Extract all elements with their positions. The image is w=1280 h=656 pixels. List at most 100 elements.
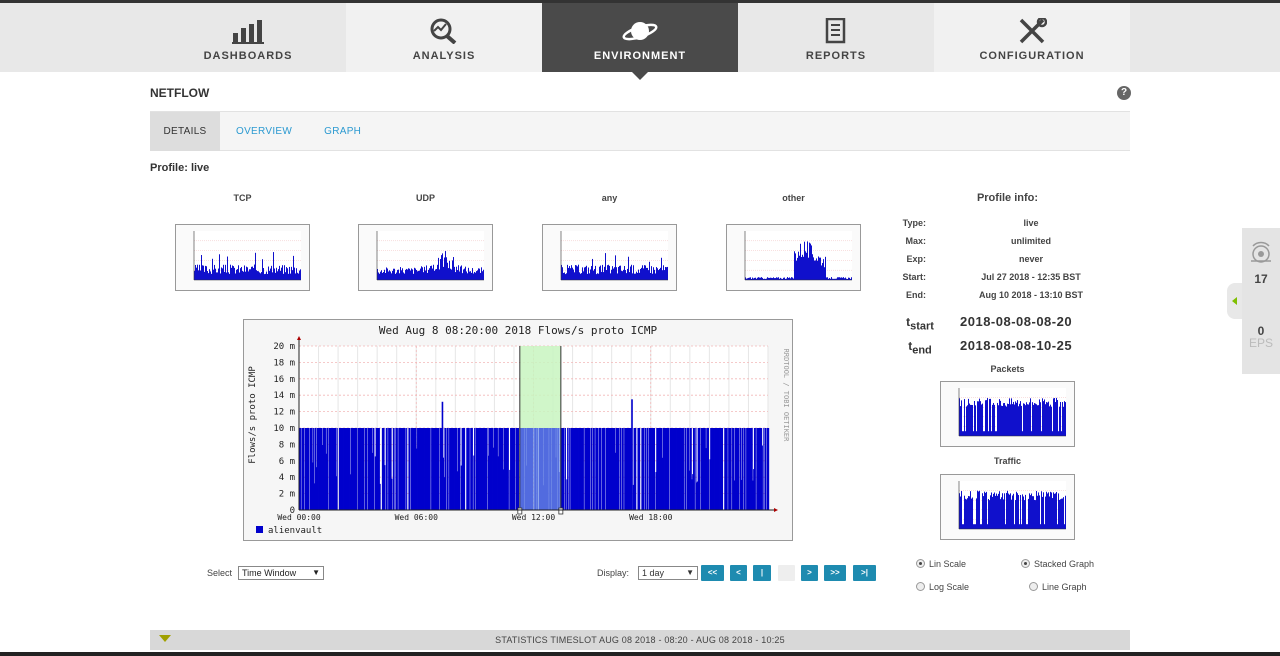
log-scale-radio[interactable]: Log Scale: [916, 582, 969, 592]
thumb-bar: [381, 270, 382, 280]
nav-dashboards[interactable]: DASHBOARDS: [150, 3, 346, 72]
thumb-bar: [628, 256, 629, 280]
thumb-bar: [213, 269, 214, 280]
packets-title: Packets: [990, 364, 1025, 374]
collapse-arrow-icon[interactable]: [159, 635, 171, 642]
data-bar: [363, 428, 365, 510]
thumb-bar: [595, 265, 596, 280]
thumb-bar: [823, 259, 824, 280]
thumb-bar: [300, 269, 301, 280]
nav-analysis[interactable]: ANALYSIS: [346, 3, 542, 72]
first-button[interactable]: <<: [701, 565, 724, 581]
main-chart[interactable]: Wed Aug 8 08:20:00 2018 Flows/s proto IC…: [243, 319, 793, 541]
thumb-bar: [629, 272, 630, 280]
x-tick-label: Wed 00:00: [277, 513, 321, 522]
fast-forward-button[interactable]: >>: [824, 565, 846, 581]
line-graph-radio[interactable]: Line Graph: [1029, 582, 1087, 592]
thumb-bar: [1015, 500, 1016, 529]
thumb-graph-any[interactable]: [542, 224, 677, 291]
select-dropdown[interactable]: Time Window ▼: [238, 566, 324, 580]
data-bar: [685, 428, 687, 510]
chart-selection[interactable]: [517, 346, 564, 515]
thumb-bar: [1033, 404, 1034, 436]
profile-info-key: Exp:: [906, 254, 926, 264]
display-dropdown[interactable]: 1 day ▼: [638, 566, 698, 580]
thumb-bar: [583, 271, 584, 280]
stacked-graph-radio[interactable]: Stacked Graph: [1021, 559, 1094, 569]
tstart-row: tstart 2018-08-08-08-20: [890, 314, 1072, 332]
thumb-bar: [600, 265, 601, 280]
thumb-bar: [1047, 493, 1048, 529]
main-chart-svg[interactable]: Wed Aug 8 08:20:00 2018 Flows/s proto IC…: [244, 320, 792, 540]
thumb-bar: [1050, 404, 1051, 436]
thumb-bar: [211, 273, 212, 280]
help-icon[interactable]: ?: [1117, 86, 1131, 100]
thumb-bar: [443, 266, 444, 280]
radar-icon[interactable]: [1242, 228, 1280, 268]
thumb-bar: [1021, 524, 1022, 529]
thumb-bar: [240, 268, 241, 280]
thumb-bar: [477, 270, 478, 280]
thumb-bar: [1042, 398, 1043, 436]
nav-configuration[interactable]: CONFIGURATION: [934, 3, 1130, 72]
thumb-bar: [461, 265, 462, 280]
thumb-bar: [999, 491, 1000, 529]
thumb-bar: [264, 274, 265, 280]
thumb-bar: [1061, 431, 1062, 436]
thumb-bar: [437, 264, 438, 280]
thumb-bar: [270, 268, 271, 280]
thumb-bar: [206, 266, 207, 280]
tab-overview[interactable]: OVERVIEW: [220, 112, 308, 151]
thumb-bar: [1025, 405, 1026, 436]
thumb-bar: [1033, 496, 1034, 529]
prev-button[interactable]: <: [730, 565, 747, 581]
selection-window-data: [519, 428, 561, 510]
thumb-bar: [294, 267, 295, 280]
packets-graph[interactable]: [940, 381, 1075, 447]
thumb-graph-other[interactable]: [726, 224, 861, 291]
thumb-bar: [1029, 402, 1030, 436]
display-label: Display:: [597, 568, 630, 578]
thumb-bar: [228, 272, 229, 280]
thumb-graph-udp[interactable]: [358, 224, 493, 291]
thumb-bar: [660, 267, 661, 280]
thumb-bar: [655, 273, 656, 280]
thumb-bar: [462, 273, 463, 280]
alarm-count[interactable]: 17: [1242, 272, 1280, 286]
lin-scale-radio[interactable]: Lin Scale: [916, 559, 966, 569]
thumb-bar: [597, 273, 598, 280]
cursor-button[interactable]: |: [753, 565, 771, 581]
thumb-bar: [631, 264, 632, 280]
data-bar: [379, 483, 381, 510]
thumb-bar: [615, 255, 616, 280]
thumb-bar: [962, 524, 963, 529]
expand-panel-tab[interactable]: [1227, 283, 1243, 319]
nav-reports[interactable]: REPORTS: [738, 3, 934, 72]
data-bar: [603, 428, 606, 510]
next-button[interactable]: >: [801, 565, 818, 581]
thumb-bar: [1048, 492, 1049, 529]
thumb-bar: [209, 269, 210, 280]
thumb-bar: [1024, 500, 1025, 529]
thumb-bar: [423, 272, 424, 280]
thumb-bar: [576, 265, 577, 280]
thumb-bar: [994, 492, 995, 529]
thumb-bar: [475, 272, 476, 280]
tab-details[interactable]: DETAILS: [150, 112, 220, 151]
thumb-bar: [1005, 405, 1006, 436]
thumb-bar: [245, 271, 246, 280]
traffic-graph[interactable]: [940, 474, 1075, 540]
thumb-graph-tcp[interactable]: [175, 224, 310, 291]
thumb-bar: [1004, 403, 1005, 436]
data-bar: [327, 428, 329, 510]
thumb-bar: [568, 267, 569, 280]
thumb-bar: [1026, 524, 1027, 529]
thumb-bar: [794, 251, 795, 280]
thumb-bar: [259, 272, 260, 280]
nav-environment[interactable]: ENVIRONMENT: [542, 3, 738, 80]
right-side-panel: 17 0 EPS: [1242, 228, 1280, 374]
thumb-bar: [983, 431, 984, 436]
tab-graph[interactable]: GRAPH: [308, 112, 377, 151]
last-button[interactable]: >|: [853, 565, 876, 581]
thumb-bar: [463, 269, 464, 280]
